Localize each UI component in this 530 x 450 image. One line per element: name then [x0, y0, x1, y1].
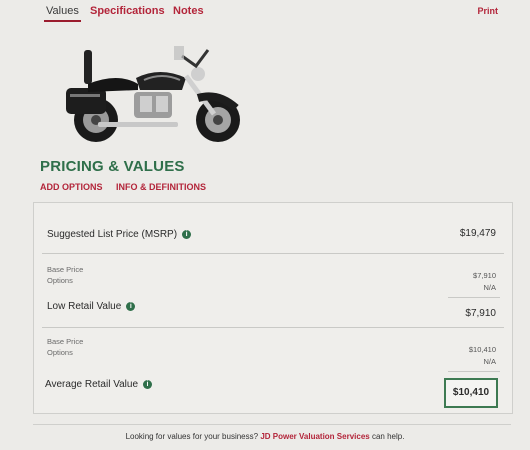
footer-text: Looking for values for your business? JD… [0, 432, 530, 441]
tab-specifications[interactable]: Specifications [90, 5, 165, 17]
tab-notes[interactable]: Notes [173, 5, 204, 17]
footer-prefix: Looking for values for your business? [125, 432, 259, 441]
low-options-label: Options [47, 276, 73, 285]
low-retail-value: $7,910 [465, 308, 496, 319]
avg-options-label: Options [47, 348, 73, 357]
avg-options-value: N/A [483, 357, 496, 366]
info-definitions-link[interactable]: INFO & DEFINITIONS [116, 182, 206, 192]
average-retail-row: Average Retail Value i [45, 379, 153, 390]
msrp-label: Suggested List Price (MSRP) [47, 229, 178, 240]
low-base-price-label: Base Price [47, 265, 84, 274]
average-retail-value: $10,410 [444, 378, 498, 408]
top-tabs: Values Specifications Notes Print [0, 0, 530, 26]
pricing-values-title: PRICING & VALUES [40, 158, 185, 175]
avg-base-price-value: $10,410 [468, 345, 496, 354]
sum-line [448, 297, 500, 298]
info-icon[interactable]: i [143, 379, 153, 389]
low-base-price-value: $7,910 [473, 271, 496, 280]
msrp-value: $19,479 [459, 228, 496, 239]
tab-values[interactable]: Values [44, 5, 81, 22]
divider [42, 327, 504, 328]
low-retail-label: Low Retail Value [47, 301, 122, 312]
divider [42, 253, 504, 254]
info-icon[interactable]: i [126, 301, 136, 311]
sum-line [448, 371, 500, 372]
low-retail-row: Low Retail Value i [47, 301, 136, 312]
average-retail-label: Average Retail Value [45, 379, 139, 390]
valuation-services-link[interactable]: JD Power Valuation Services [260, 432, 369, 441]
info-icon[interactable]: i [182, 229, 192, 239]
print-link[interactable]: Print [477, 6, 498, 16]
avg-base-price-label: Base Price [47, 337, 84, 346]
add-options-link[interactable]: ADD OPTIONS [40, 182, 103, 192]
motorcycle-image [66, 46, 240, 142]
pricing-panel: Suggested List Price (MSRP) i $19,479 Bas… [33, 202, 513, 414]
footer-suffix: can help. [371, 432, 405, 441]
low-options-value: N/A [483, 283, 496, 292]
divider [33, 424, 511, 425]
msrp-row: Suggested List Price (MSRP) i [47, 229, 192, 240]
